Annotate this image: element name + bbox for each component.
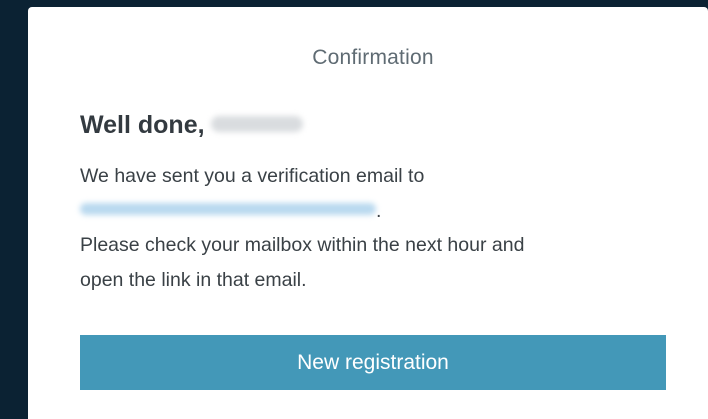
message-line-3: Please check your mailbox within the nex…: [80, 234, 525, 256]
verification-message: We have sent you a verification email to…: [80, 159, 680, 297]
redacted-email-address: [80, 203, 376, 216]
confirmation-dialog: Confirmation Well done, We have sent you…: [28, 7, 708, 419]
email-suffix: .: [376, 199, 382, 222]
redacted-user-name: [210, 116, 303, 133]
new-registration-button[interactable]: New registration: [80, 335, 666, 390]
greeting-heading: Well done,: [80, 111, 303, 140]
message-line-1: We have sent you a verification email to: [80, 165, 425, 187]
greeting-prefix: Well done,: [80, 111, 205, 139]
dialog-title: Confirmation: [312, 46, 434, 69]
message-line-email: .: [80, 194, 680, 229]
backdrop: [0, 0, 708, 6]
message-line-4: open the link in that email.: [80, 268, 307, 291]
